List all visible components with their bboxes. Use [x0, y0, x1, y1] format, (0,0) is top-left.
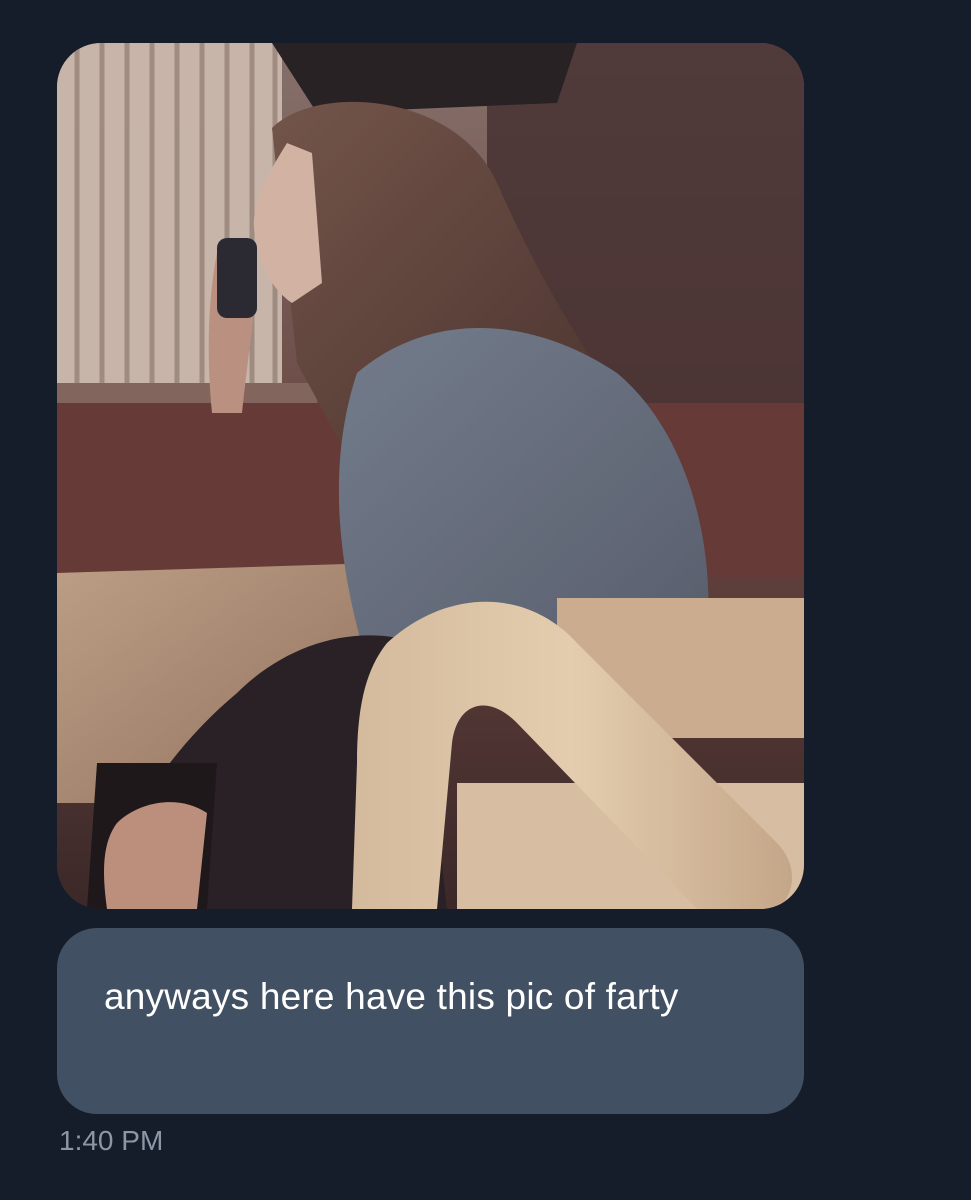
- message-bubble[interactable]: anyways here have this pic of farty: [57, 928, 804, 1114]
- message-timestamp: 1:40 PM: [59, 1125, 164, 1156]
- image-attachment[interactable]: [57, 43, 804, 909]
- dm-conversation: anyways here have this pic of farty 1:40…: [0, 0, 971, 1200]
- attached-photo: [57, 43, 804, 909]
- message-text: anyways here have this pic of farty: [104, 976, 679, 1017]
